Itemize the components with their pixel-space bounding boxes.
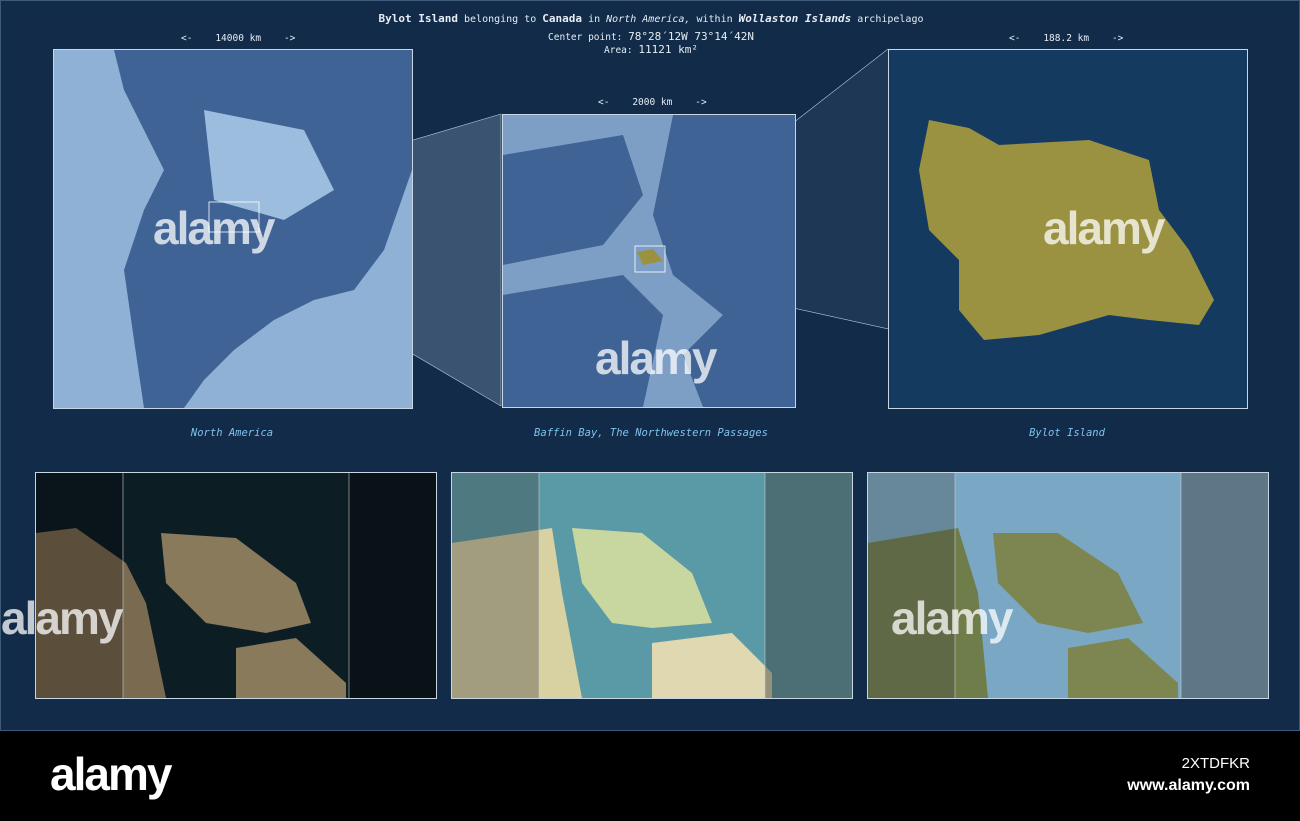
watermark: alamy [891,592,1013,644]
caption-region: Baffin Bay, The Northwestern Passages [534,427,768,439]
site-url[interactable]: www.alamy.com [1127,777,1250,795]
caption-continent: North America [190,427,274,439]
watermark: alamy [1,592,123,644]
image-id: 2XTDFKR [1181,755,1250,772]
watermark: alamy [1043,202,1165,254]
watermark: alamy [595,332,717,384]
physical-map-tile[interactable] [867,472,1269,699]
political-map-tile[interactable] [451,472,853,699]
alamy-logo: alamy [50,748,172,800]
satellite-map-tile[interactable] [35,472,437,699]
footer-bar: alamy 2XTDFKR www.alamy.com [0,731,1300,821]
caption-island: Bylot Island [1029,427,1105,439]
watermark: alamy [153,202,275,254]
map-infographic: Bylot Island belonging to Canada in Nort… [0,0,1300,731]
